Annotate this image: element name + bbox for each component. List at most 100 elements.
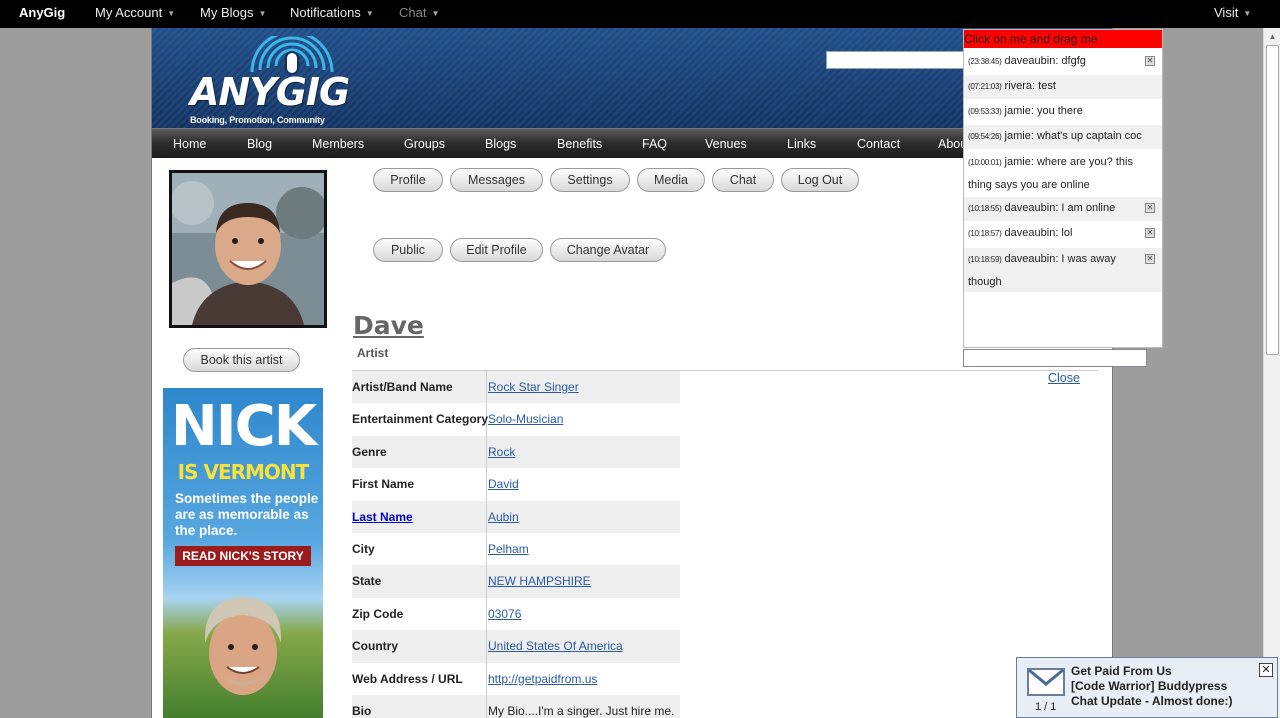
- logo-wordmark: ANYGIG: [190, 70, 350, 114]
- adminbar-notifications[interactable]: Notifications ▼: [290, 0, 374, 28]
- field-value-link[interactable]: Rock: [488, 436, 515, 468]
- field-label: Bio: [352, 694, 487, 718]
- table-row: First Name David: [352, 468, 680, 501]
- scrollbar-thumb[interactable]: [1266, 45, 1279, 355]
- page-scrollbar[interactable]: ▲: [1263, 28, 1280, 718]
- chat-message: (07:21:03) rivera: test: [964, 75, 1162, 99]
- header-search-input[interactable]: [826, 51, 966, 69]
- field-label: Zip Code: [352, 597, 487, 631]
- adminbar-my-account[interactable]: My Account ▼: [95, 0, 175, 28]
- chat-drag-handle[interactable]: Click on me and drag me: [964, 30, 1162, 48]
- field-value-link[interactable]: David: [488, 468, 519, 500]
- nav-groups[interactable]: Groups: [404, 129, 445, 159]
- field-value-link[interactable]: Pelham: [488, 533, 529, 565]
- chat-time: (10:18:55): [968, 204, 1002, 213]
- chat-message: (09:53:33) jamie: you there: [964, 100, 1162, 124]
- avatar[interactable]: [169, 170, 327, 328]
- profile-fields-table: Artist/Band Name Rock Star Singer Enterta…: [352, 371, 680, 718]
- avatar-photo: [172, 173, 324, 325]
- chat-message: (10:18:59) daveaubin: I was away though ✕: [964, 248, 1162, 292]
- chat-text: daveaubin: dfgfg: [1004, 55, 1086, 67]
- chat-text-cont: thing says you are online: [968, 179, 1090, 191]
- close-icon[interactable]: ✕: [1145, 254, 1155, 264]
- nav-blog[interactable]: Blog: [247, 129, 272, 159]
- notification-line-3: Chat Update - Almost done:): [1071, 694, 1233, 708]
- nav-blogs[interactable]: Blogs: [485, 129, 516, 159]
- field-value-link[interactable]: http://getpaidfrom.us: [488, 663, 597, 695]
- adminbar-chat[interactable]: Chat ▼: [399, 0, 439, 28]
- nav-venues[interactable]: Venues: [705, 129, 747, 159]
- chat-window: Click on me and drag me (23:38:45) davea…: [963, 29, 1163, 348]
- field-label: Entertainment Category: [352, 403, 488, 436]
- ad-body: Sometimes the people are as memorable as…: [175, 491, 319, 538]
- settings-button[interactable]: Settings: [550, 168, 630, 192]
- table-row: Bio My Bio....I'm a singer. Just hire me.: [352, 694, 680, 718]
- table-row: Web Address / URL http://getpaidfrom.us: [352, 662, 680, 695]
- notification-text: Get Paid From Us [Code Warrior] Buddypre…: [1071, 664, 1261, 709]
- notification-popup[interactable]: 1 / 1 Get Paid From Us [Code Warrior] Bu…: [1016, 657, 1278, 718]
- table-row: State NEW HAMPSHIRE: [352, 565, 680, 598]
- field-value-link[interactable]: Solo-Musician: [488, 403, 563, 435]
- edit-profile-button[interactable]: Edit Profile: [450, 238, 543, 262]
- scroll-up-arrow-icon[interactable]: ▲: [1264, 28, 1280, 45]
- notification-line-1: Get Paid From Us: [1071, 664, 1172, 678]
- nav-contact[interactable]: Contact: [857, 129, 900, 159]
- log-out-button[interactable]: Log Out: [781, 168, 859, 192]
- notifications-label: Notifications: [290, 5, 361, 20]
- adminbar-brand[interactable]: AnyGig: [19, 0, 65, 28]
- book-this-artist-button[interactable]: Book this artist: [183, 348, 300, 372]
- chat-text: rivera: test: [1004, 80, 1056, 92]
- field-value-link[interactable]: 03076: [488, 598, 521, 630]
- close-link[interactable]: Close: [1048, 371, 1080, 385]
- change-avatar-button[interactable]: Change Avatar: [550, 238, 666, 262]
- messages-button[interactable]: Messages: [450, 168, 543, 192]
- nav-faq[interactable]: FAQ: [642, 129, 667, 159]
- table-row: Country United States Of America: [352, 630, 680, 663]
- table-row: Artist/Band Name Rock Star Singer: [352, 371, 680, 404]
- nav-members[interactable]: Members: [312, 129, 364, 159]
- field-label: City: [352, 532, 487, 566]
- page-title[interactable]: Dave: [353, 311, 424, 340]
- profile-type: Artist: [357, 346, 389, 360]
- table-row: Entertainment Category Solo-Musician: [352, 403, 680, 436]
- public-button[interactable]: Public: [373, 238, 443, 262]
- advertisement-banner[interactable]: NICK IS VERMONT Sometimes the people are…: [163, 388, 323, 718]
- field-label-link[interactable]: Last Name: [352, 500, 487, 533]
- chat-text: daveaubin: I was away: [1004, 253, 1116, 265]
- adminbar-visit[interactable]: Visit ▼: [1214, 0, 1251, 28]
- my-account-label: My Account: [95, 5, 163, 20]
- field-value-link[interactable]: United States Of America: [488, 630, 623, 662]
- ad-headline: NICK: [170, 394, 317, 459]
- chat-time: (10:18:57): [968, 229, 1002, 238]
- anygig-logo[interactable]: ANYGIG Booking, Promotion, Community: [188, 36, 350, 125]
- close-icon[interactable]: ✕: [1145, 203, 1155, 213]
- field-value-link[interactable]: NEW HAMPSHIRE: [488, 565, 591, 597]
- close-icon[interactable]: ✕: [1145, 56, 1155, 66]
- media-button[interactable]: Media: [637, 168, 705, 192]
- nav-benefits[interactable]: Benefits: [557, 129, 602, 159]
- nav-home[interactable]: Home: [173, 129, 206, 159]
- field-label: Artist/Band Name: [352, 371, 487, 404]
- field-label: Country: [352, 630, 487, 663]
- adminbar-my-blogs[interactable]: My Blogs ▼: [200, 0, 266, 28]
- chat-message: (23:38:45) daveaubin: dfgfg ✕: [964, 50, 1162, 74]
- chat-button[interactable]: Chat: [712, 168, 774, 192]
- close-icon[interactable]: ✕: [1259, 663, 1273, 677]
- field-label: Genre: [352, 435, 487, 469]
- chat-time: (07:21:03): [968, 82, 1002, 91]
- field-label: Web Address / URL: [352, 662, 487, 695]
- chat-message: (10:00:01) jamie: where are you? this thi…: [964, 151, 1162, 195]
- table-row: City Pelham: [352, 532, 680, 566]
- chat-text: daveaubin: I am online: [1004, 202, 1116, 214]
- my-blogs-label: My Blogs: [200, 5, 254, 20]
- close-icon[interactable]: ✕: [1145, 228, 1155, 238]
- field-label: State: [352, 565, 487, 598]
- profile-button[interactable]: Profile: [373, 168, 443, 192]
- field-value-link[interactable]: Rock Star Singer: [488, 371, 579, 403]
- field-value-link[interactable]: Aubin: [488, 501, 519, 533]
- nav-links[interactable]: Links: [787, 129, 816, 159]
- chat-message: (10:18:57) daveaubin: lol ✕: [964, 222, 1162, 246]
- chat-text: jamie: you there: [1004, 105, 1083, 117]
- chat-input[interactable]: [963, 349, 1147, 367]
- logo-tagline: Booking, Promotion, Community: [190, 115, 325, 125]
